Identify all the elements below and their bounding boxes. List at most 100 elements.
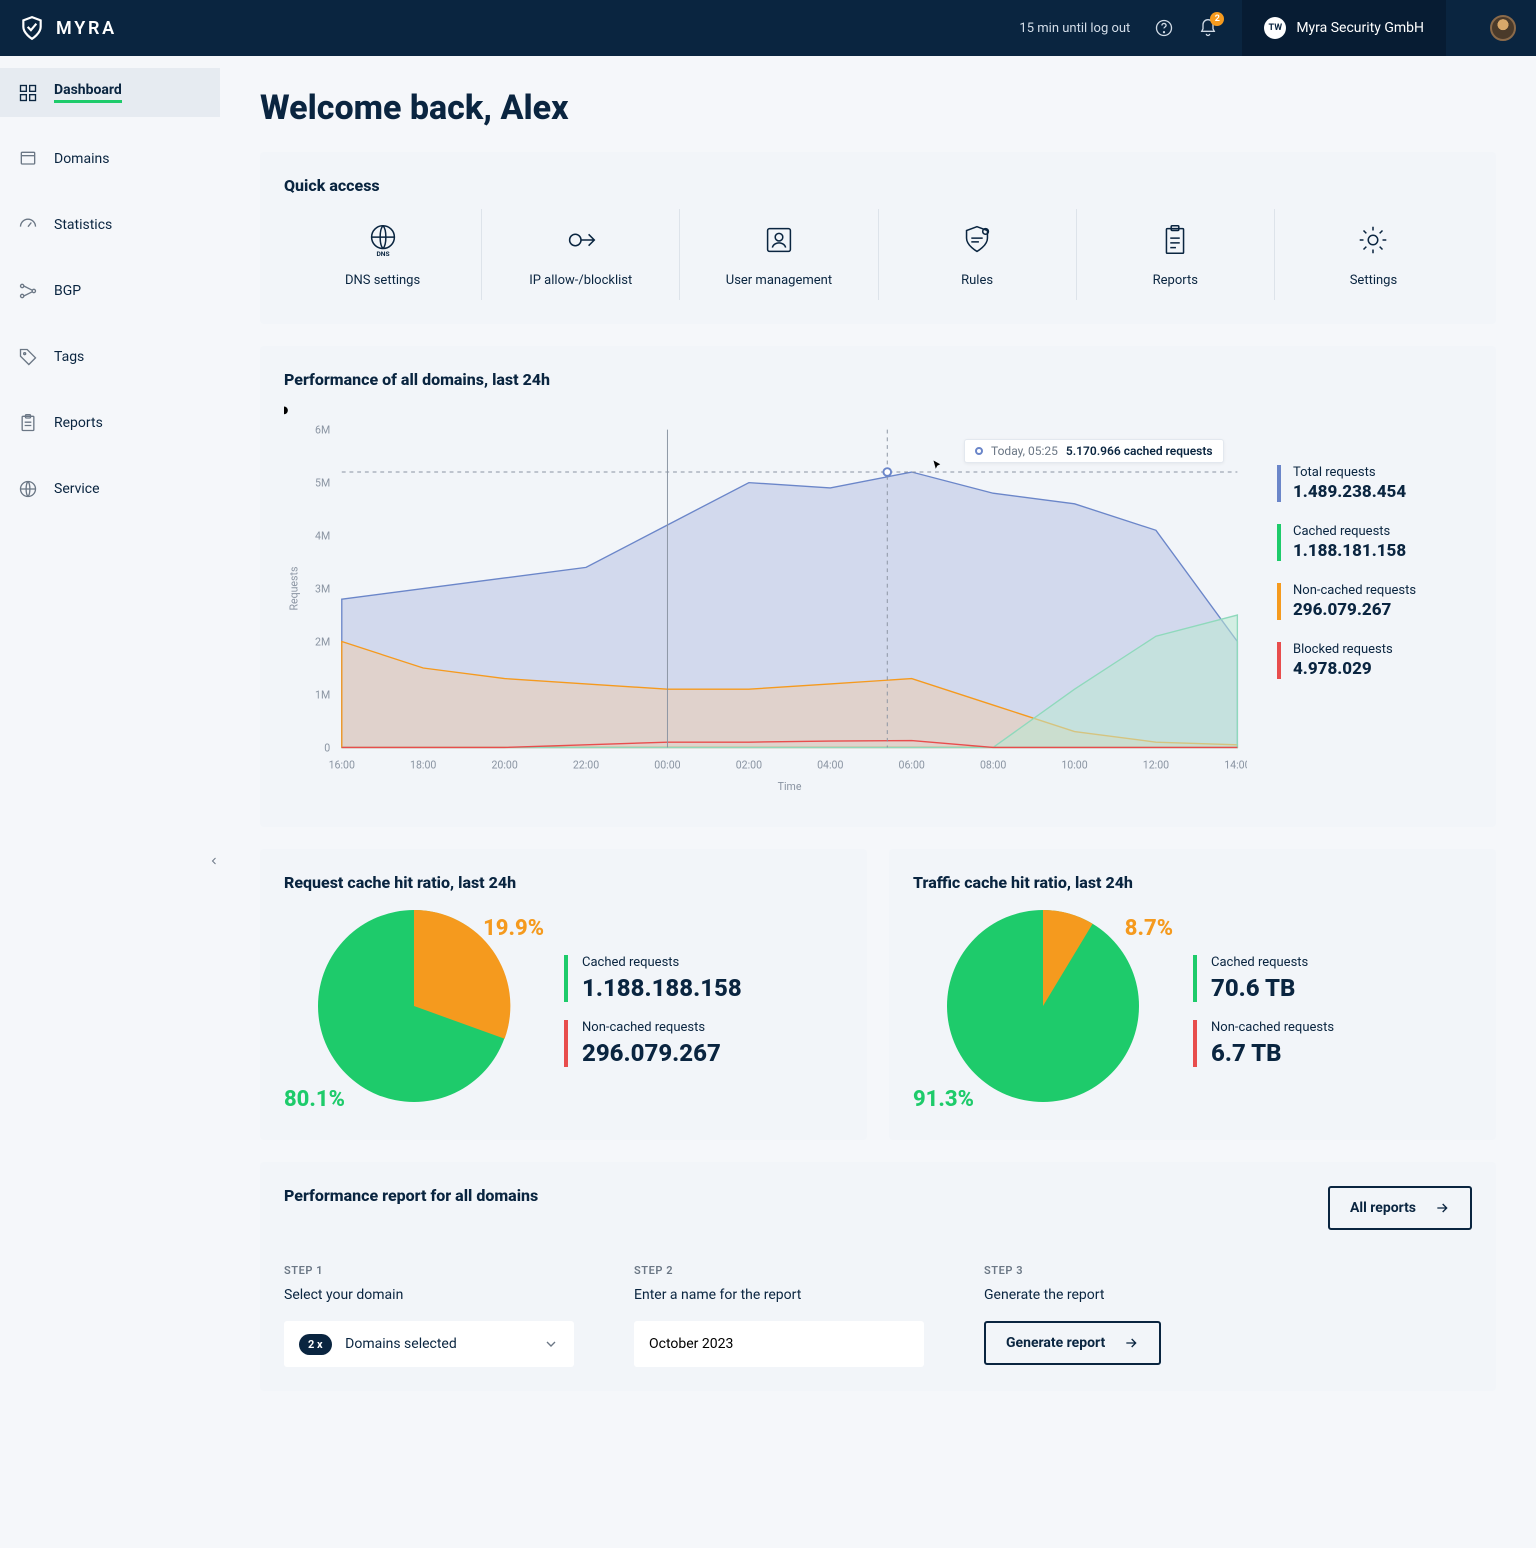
legend-item: Cached requests 1.188.188.158 (564, 955, 843, 1002)
request-minor-pct: 19.9% (483, 916, 544, 941)
svg-text:02:00: 02:00 (736, 759, 762, 772)
brand-name: MYRA (56, 18, 117, 39)
traffic-cache-title: Traffic cache hit ratio, last 24h (913, 873, 1472, 892)
svg-text:3M: 3M (315, 582, 330, 595)
svg-text:2M: 2M (315, 635, 330, 648)
sidebar-item-statistics[interactable]: Statistics (0, 201, 220, 249)
sidebar-item-dashboard[interactable]: Dashboard (0, 68, 220, 117)
all-reports-button[interactable]: All reports (1328, 1186, 1472, 1230)
legend-value: 296.079.267 (582, 1039, 843, 1067)
org-name: Myra Security GmbH (1296, 20, 1424, 36)
tooltip-dot-icon (975, 447, 983, 455)
quick-settings[interactable]: Settings (1275, 209, 1472, 300)
report-step-3: STEP 3 Generate the report Generate repo… (984, 1264, 1161, 1367)
all-reports-label: All reports (1350, 1200, 1416, 1216)
legend-label: Cached requests (582, 955, 843, 970)
sidebar-collapse-button[interactable] (207, 846, 221, 876)
dashboard-icon (18, 83, 38, 103)
help-icon[interactable] (1154, 18, 1174, 38)
quick-reports[interactable]: Reports (1077, 209, 1275, 300)
domain-count-pill: 2 x (299, 1334, 332, 1355)
sidebar: Dashboard Domains Statistics BGP Tags Re… (0, 56, 220, 1473)
page-title: Welcome back, Alex (260, 88, 1496, 128)
clipboard-icon (18, 413, 38, 433)
traffic-pie-chart (943, 906, 1143, 1106)
performance-title: Performance of all domains, last 24h (284, 370, 1472, 389)
user-avatar[interactable] (1490, 15, 1516, 41)
report-step-1: STEP 1 Select your domain 2 x Domains se… (284, 1264, 574, 1367)
legend-label: Non-cached requests (1211, 1020, 1472, 1035)
tooltip-value: 5.170.966 cached requests (1066, 444, 1213, 458)
globe-dns-icon: DNS (364, 221, 402, 259)
domains-icon (18, 149, 38, 169)
network-icon (18, 281, 38, 301)
arrow-right-icon (1123, 1335, 1139, 1351)
quick-rules[interactable]: Rules (879, 209, 1077, 300)
legend-item: Non-cached requests 6.7 TB (1193, 1020, 1472, 1067)
svg-text:22:00: 22:00 (573, 759, 599, 772)
chevron-down-icon (543, 1336, 559, 1352)
sidebar-item-reports[interactable]: Reports (0, 399, 220, 447)
quick-user-management[interactable]: User management (680, 209, 878, 300)
sidebar-item-service[interactable]: Service (0, 465, 220, 513)
bell-icon[interactable]: 2 (1198, 18, 1218, 38)
step-number: STEP 1 (284, 1264, 574, 1277)
sidebar-item-bgp[interactable]: BGP (0, 267, 220, 315)
report-name-input[interactable] (649, 1336, 909, 1352)
quick-ip-blocklist[interactable]: IP allow-/blocklist (482, 209, 680, 300)
mouse-cursor-icon (932, 459, 944, 471)
tooltip-time: Today, 05:25 (991, 444, 1058, 458)
sidebar-item-label: BGP (54, 283, 81, 299)
generate-report-button[interactable]: Generate report (984, 1321, 1161, 1365)
organization-switcher[interactable]: TW Myra Security GmbH (1242, 0, 1446, 56)
chart-svg: 01M2M3M4M5M6M16:0018:0020:0022:0000:0002… (284, 403, 1247, 803)
sidebar-item-label: Domains (54, 151, 109, 167)
quick-label: DNS settings (345, 273, 420, 288)
report-title: Performance report for all domains (284, 1186, 538, 1205)
traffic-cache-panel: Traffic cache hit ratio, last 24h 8.7% 9… (889, 849, 1496, 1140)
svg-text:4M: 4M (315, 529, 330, 542)
legend-value: 4.978.029 (1293, 659, 1472, 679)
performance-chart[interactable]: 01M2M3M4M5M6M16:0018:0020:0022:0000:0002… (284, 403, 1247, 803)
globe-icon (18, 479, 38, 499)
quick-label: Settings (1350, 273, 1397, 288)
svg-text:0: 0 (324, 741, 330, 754)
step-number: STEP 2 (634, 1264, 924, 1277)
legend-label: Non-cached requests (1293, 583, 1472, 598)
brand[interactable]: MYRA (18, 14, 117, 42)
step-number: STEP 3 (984, 1264, 1161, 1277)
legend-item: Cached requests 70.6 TB (1193, 955, 1472, 1002)
legend-label: Cached requests (1211, 955, 1472, 970)
traffic-minor-pct: 8.7% (1125, 916, 1173, 941)
step-label: Enter a name for the report (634, 1287, 924, 1303)
quick-label: User management (726, 273, 832, 288)
svg-text:5M: 5M (315, 476, 330, 489)
sidebar-item-domains[interactable]: Domains (0, 135, 220, 183)
svg-text:1M: 1M (315, 688, 330, 701)
sidebar-item-tags[interactable]: Tags (0, 333, 220, 381)
users-icon (760, 221, 798, 259)
legend-item: Non-cached requests 296.079.267 (564, 1020, 843, 1067)
quick-access-title: Quick access (284, 176, 1472, 195)
legend-value: 1.489.238.454 (1293, 482, 1472, 502)
legend-item: Blocked requests4.978.029 (1277, 642, 1472, 679)
domain-select[interactable]: 2 x Domains selected (284, 1321, 574, 1367)
quick-dns-settings[interactable]: DNS DNS settings (284, 209, 482, 300)
legend-value: 6.7 TB (1211, 1039, 1472, 1067)
svg-text:06:00: 06:00 (899, 759, 925, 772)
svg-text:10:00: 10:00 (1061, 759, 1087, 772)
sidebar-item-label: Tags (54, 349, 84, 365)
chart-tooltip: Today, 05:25 5.170.966 cached requests (964, 439, 1224, 463)
generate-report-label: Generate report (1006, 1335, 1105, 1351)
org-avatar: TW (1264, 17, 1286, 39)
shield-rules-icon (958, 221, 996, 259)
step-label: Generate the report (984, 1287, 1161, 1303)
legend-value: 1.188.188.158 (582, 974, 843, 1002)
legend-value: 70.6 TB (1211, 974, 1472, 1002)
legend-item: Non-cached requests296.079.267 (1277, 583, 1472, 620)
performance-legend: Total requests1.489.238.454Cached reques… (1277, 403, 1472, 803)
sidebar-item-label: Service (54, 481, 100, 497)
svg-text:14:00: 14:00 (1224, 759, 1247, 772)
quick-label: Reports (1153, 273, 1198, 288)
svg-text:16:00: 16:00 (329, 759, 355, 772)
